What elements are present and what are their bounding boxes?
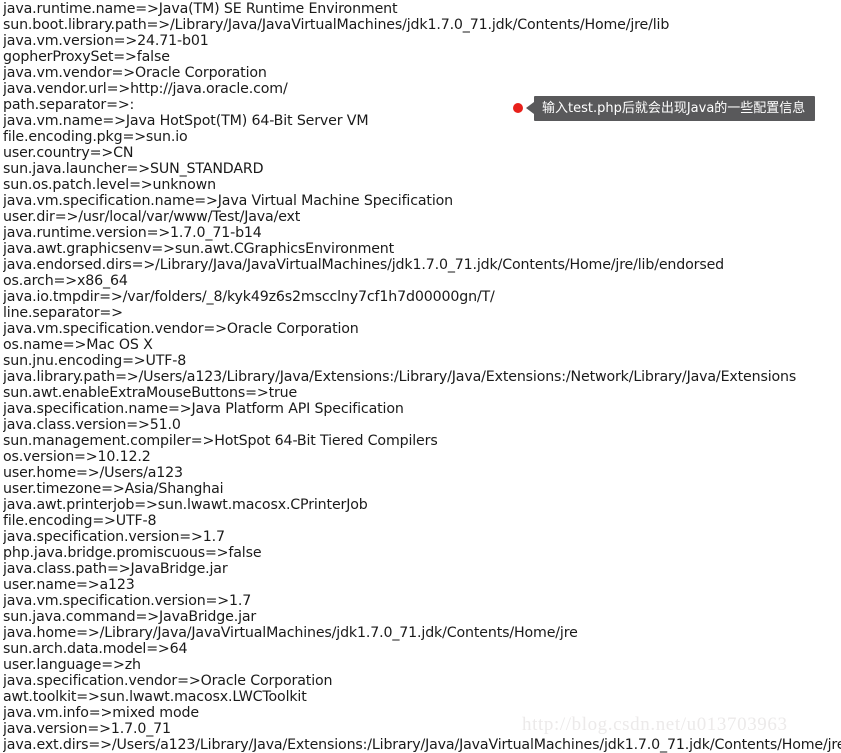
property-line: java.ext.dirs=>/Users/a123/Library/Java/… [3,737,841,753]
property-line: line.separator=> [3,305,123,321]
property-line: java.vm.specification.vendor=>Oracle Cor… [3,321,359,337]
property-line: os.arch=>x86_64 [3,273,128,289]
property-line: file.encoding=>UTF-8 [3,513,157,529]
property-line: java.library.path=>/Users/a123/Library/J… [3,369,797,385]
property-line: php.java.bridge.promiscuous=>false [3,545,262,561]
property-line: java.endorsed.dirs=>/Library/Java/JavaVi… [3,257,725,273]
property-line: sun.java.launcher=>SUN_STANDARD [3,161,264,177]
annotation-callout: 输入test.php后就会出现Java的一些配置信息 [513,94,816,122]
property-line: sun.boot.library.path=>/Library/Java/Jav… [3,17,670,33]
property-line: java.runtime.name=>Java(TM) SE Runtime E… [3,1,398,17]
property-line: user.country=>CN [3,145,134,161]
property-line: sun.java.command=>JavaBridge.jar [3,609,257,625]
property-line: file.encoding.pkg=>sun.io [3,129,188,145]
property-line: user.language=>zh [3,657,141,673]
property-line: java.specification.name=>Java Platform A… [3,401,404,417]
property-line: java.class.path=>JavaBridge.jar [3,561,228,577]
property-line: gopherProxySet=>false [3,49,170,65]
property-line: awt.toolkit=>sun.lwawt.macosx.LWCToolkit [3,689,307,705]
property-line: java.io.tmpdir=>/var/folders/_8/kyk49z6s… [3,289,495,305]
property-line: user.home=>/Users/a123 [3,465,183,481]
property-line: java.class.version=>51.0 [3,417,181,433]
property-line: java.vm.specification.name=>Java Virtual… [3,193,453,209]
property-line: sun.jnu.encoding=>UTF-8 [3,353,187,369]
property-line: java.home=>/Library/Java/JavaVirtualMach… [3,625,578,641]
property-line: sun.os.patch.level=>unknown [3,177,216,193]
annotation-bubble-text: 输入test.php后就会出现Java的一些配置信息 [534,95,816,121]
property-line: java.vm.version=>24.71-b01 [3,33,209,49]
property-line: os.name=>Mac OS X [3,337,153,353]
property-line: sun.management.compiler=>HotSpot 64-Bit … [3,433,438,449]
property-line: java.runtime.version=>1.7.0_71-b14 [3,225,262,241]
property-line: sun.arch.data.model=>64 [3,641,188,657]
property-line: java.vm.vendor=>Oracle Corporation [3,65,267,81]
property-line: user.dir=>/usr/local/var/www/Test/Java/e… [3,209,301,225]
property-line: os.version=>10.12.2 [3,449,151,465]
property-line: java.awt.graphicsenv=>sun.awt.CGraphicsE… [3,241,395,257]
property-line: java.awt.printerjob=>sun.lwawt.macosx.CP… [3,497,368,513]
blog-watermark: http://blog.csdn.net/u013703963 [522,714,788,735]
property-line: java.specification.vendor=>Oracle Corpor… [3,673,333,689]
property-line: java.vm.specification.version=>1.7 [3,593,252,609]
property-line: java.specification.version=>1.7 [3,529,225,545]
annotation-pointer-icon [526,102,534,114]
property-line: sun.awt.enableExtraMouseButtons=>true [3,385,298,401]
property-line: user.name=>a123 [3,577,135,593]
property-line: user.timezone=>Asia/Shanghai [3,481,224,497]
annotation-dot-icon [513,103,523,113]
